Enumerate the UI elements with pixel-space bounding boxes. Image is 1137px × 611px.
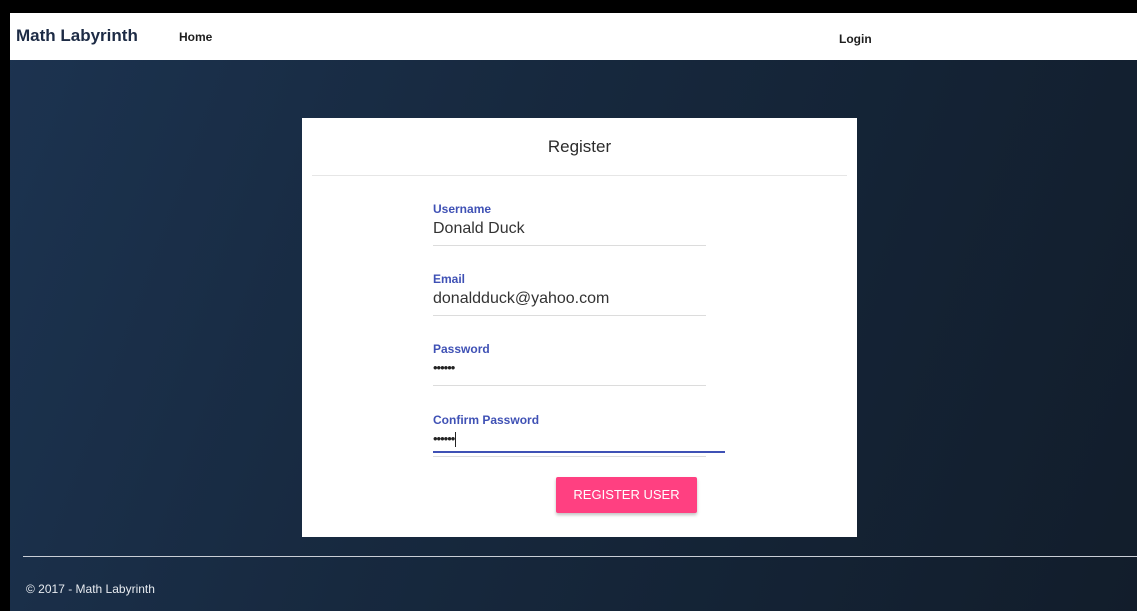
confirm-password-underline — [433, 451, 725, 453]
confirm-password-value: •••••• — [433, 431, 455, 446]
nav-home-link[interactable]: Home — [179, 30, 212, 44]
confirm-password-hint-line — [433, 456, 706, 457]
register-user-button[interactable]: REGISTER USER — [556, 477, 697, 513]
footer-copyright: © 2017 - Math Labyrinth — [26, 582, 155, 596]
register-card: Register Username Donald Duck Email dona… — [302, 118, 857, 537]
username-value[interactable]: Donald Duck — [433, 220, 525, 238]
confirm-password-input[interactable]: •••••• — [433, 431, 457, 448]
card-title: Register — [547, 137, 612, 156]
password-label: Password — [433, 342, 490, 356]
nav-login-link[interactable]: Login — [839, 32, 872, 46]
password-underline — [433, 385, 706, 386]
confirm-password-label: Confirm Password — [433, 413, 540, 427]
footer-divider — [23, 556, 1137, 557]
navbar: Math Labyrinth Home Login — [10, 13, 1137, 60]
username-label: Username — [433, 202, 492, 216]
app-window: Math Labyrinth Home Login Register Usern… — [10, 13, 1137, 611]
email-label: Email — [433, 272, 466, 286]
username-underline — [433, 245, 706, 246]
password-value[interactable]: •••••• — [433, 360, 455, 375]
email-underline — [433, 315, 706, 316]
email-value[interactable]: donaldduck@yahoo.com — [433, 290, 609, 308]
text-caret — [455, 432, 457, 448]
card-divider — [312, 175, 847, 176]
brand-link[interactable]: Math Labyrinth — [16, 26, 138, 46]
